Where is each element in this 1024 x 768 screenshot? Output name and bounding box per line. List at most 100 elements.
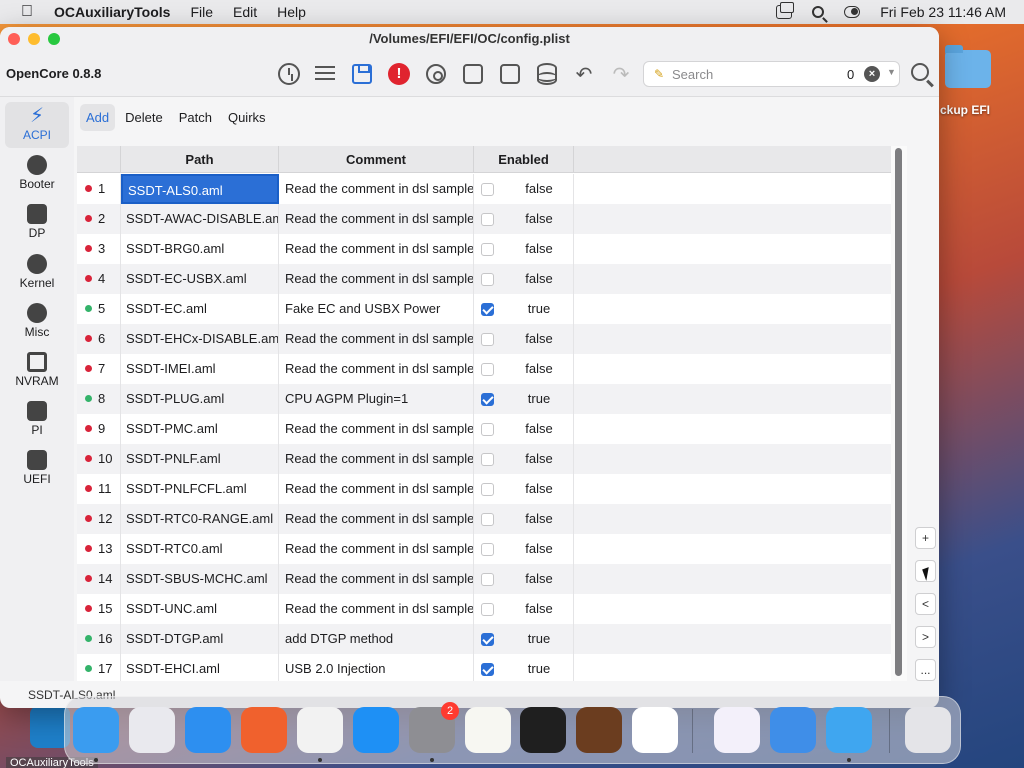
search-input[interactable] xyxy=(672,64,832,84)
enabled-checkbox[interactable] xyxy=(481,573,494,586)
comment-cell[interactable]: Read the comment in dsl sample xyxy=(279,324,474,354)
sidebar-item-misc[interactable]: Misc xyxy=(5,299,69,345)
menu-file[interactable]: File xyxy=(190,4,213,20)
sidebar-item-nvram[interactable]: NVRAM xyxy=(5,348,69,394)
path-cell[interactable]: SSDT-PNLF.aml xyxy=(121,444,279,474)
trash-icon[interactable] xyxy=(905,707,951,753)
comment-cell[interactable]: Fake EC and USBX Power xyxy=(279,294,474,324)
path-cell[interactable]: SSDT-SBUS-MCHC.aml xyxy=(121,564,279,594)
move-up-button[interactable]: < xyxy=(915,593,936,615)
tab-delete[interactable]: Delete xyxy=(119,104,169,131)
comment-cell[interactable]: Read the comment in dsl sample xyxy=(279,354,474,384)
enabled-checkbox[interactable] xyxy=(481,453,494,466)
enabled-checkbox[interactable] xyxy=(481,423,494,436)
desktop-folder-icon[interactable] xyxy=(945,45,991,88)
column-header-comment[interactable]: Comment xyxy=(279,146,474,173)
comment-cell[interactable]: Read the comment in dsl sample xyxy=(279,234,474,264)
undo-icon[interactable]: ↶ xyxy=(571,61,597,87)
table-row[interactable]: 5 SSDT-EC.aml Fake EC and USBX Power true xyxy=(77,294,891,324)
sidebar-item-booter[interactable]: Booter xyxy=(5,151,69,197)
enabled-checkbox[interactable] xyxy=(481,213,494,226)
scrollbar-thumb[interactable] xyxy=(895,148,902,676)
comment-cell[interactable]: Read the comment in dsl sample xyxy=(279,534,474,564)
enabled-checkbox[interactable] xyxy=(481,513,494,526)
enabled-checkbox[interactable] xyxy=(481,303,494,316)
firefox-icon[interactable] xyxy=(241,707,287,753)
spotlight-search-icon[interactable] xyxy=(812,6,825,18)
path-cell[interactable]: SSDT-PMC.aml xyxy=(121,414,279,444)
column-header-path[interactable]: Path xyxy=(121,146,279,173)
comment-cell[interactable]: USB 2.0 Injection xyxy=(279,654,474,681)
comment-cell[interactable]: CPU AGPM Plugin=1 xyxy=(279,384,474,414)
table-row[interactable]: 14 SSDT-SBUS-MCHC.aml Read the comment in … xyxy=(77,564,891,594)
vscode-icon[interactable] xyxy=(632,707,678,753)
stage-manager-icon[interactable] xyxy=(776,2,795,19)
database-icon[interactable] xyxy=(534,61,560,87)
column-header-index[interactable] xyxy=(77,146,121,173)
app-store-icon[interactable] xyxy=(353,707,399,753)
path-cell[interactable]: SSDT-DTGP.aml xyxy=(121,624,279,654)
path-cell[interactable]: SSDT-EHCx-DISABLE.aml xyxy=(121,324,279,354)
table-row[interactable]: 9 SSDT-PMC.aml Read the comment in dsl sam… xyxy=(77,414,891,444)
table-row[interactable]: 8 SSDT-PLUG.aml CPU AGPM Plugin=1 true xyxy=(77,384,891,414)
comment-cell[interactable]: Read the comment in dsl sample xyxy=(279,444,474,474)
database-edit-icon[interactable] xyxy=(460,61,486,87)
menu-help[interactable]: Help xyxy=(277,4,306,20)
finder-icon[interactable] xyxy=(73,707,119,753)
path-cell[interactable]: SSDT-EC-USBX.aml xyxy=(121,264,279,294)
table-row[interactable]: 15 SSDT-UNC.aml Read the comment in dsl sa… xyxy=(77,594,891,624)
table-row[interactable]: 6 SSDT-EHCx-DISABLE.aml Read the comment i… xyxy=(77,324,891,354)
sidebar-item-acpi[interactable]: ⚡ ACPI xyxy=(5,102,69,148)
column-header-enabled[interactable]: Enabled xyxy=(474,146,574,173)
safari-icon[interactable] xyxy=(185,707,231,753)
path-cell[interactable]: SSDT-ALS0.aml xyxy=(121,174,279,204)
path-cell[interactable]: SSDT-RTC0-RANGE.aml xyxy=(121,504,279,534)
list-view-icon[interactable] xyxy=(312,61,338,87)
path-cell[interactable]: SSDT-RTC0.aml xyxy=(121,534,279,564)
path-cell[interactable]: SSDT-EC.aml xyxy=(121,294,279,324)
path-cell[interactable]: SSDT-AWAC-DISABLE.aml xyxy=(121,204,279,234)
table-row[interactable]: 4 SSDT-EC-USBX.aml Read the comment in dsl… xyxy=(77,264,891,294)
enabled-checkbox[interactable] xyxy=(481,363,494,376)
tab-add[interactable]: Add xyxy=(80,104,116,131)
table-row[interactable]: 11 SSDT-PNLFCFL.aml Read the comment in ds… xyxy=(77,474,891,504)
control-center-icon[interactable] xyxy=(844,6,861,18)
comment-cell[interactable]: Read the comment in dsl sample xyxy=(279,564,474,594)
table-row[interactable]: 16 SSDT-DTGP.aml add DTGP method true xyxy=(77,624,891,654)
comment-cell[interactable]: add DTGP method xyxy=(279,624,474,654)
enabled-checkbox[interactable] xyxy=(481,393,494,406)
table-row[interactable]: 2 SSDT-AWAC-DISABLE.aml Read the comment i… xyxy=(77,204,891,234)
textedit-icon[interactable] xyxy=(465,707,511,753)
history-clock-icon[interactable] xyxy=(276,61,302,87)
garageband-icon[interactable] xyxy=(576,707,622,753)
enabled-checkbox[interactable] xyxy=(481,333,494,346)
settings-gear-icon[interactable] xyxy=(423,61,449,87)
comment-cell[interactable]: Read the comment in dsl sample xyxy=(279,474,474,504)
tab-patch[interactable]: Patch xyxy=(173,104,218,131)
comment-cell[interactable]: Read the comment in dsl sample xyxy=(279,414,474,444)
sidebar-item-dp[interactable]: DP xyxy=(5,200,69,246)
broom-clear-icon[interactable]: ✎ xyxy=(654,67,664,81)
comment-cell[interactable]: Read the comment in dsl sample xyxy=(279,174,474,204)
enabled-checkbox[interactable] xyxy=(481,243,494,256)
visual-studio-icon[interactable] xyxy=(714,707,760,753)
import-export-icon[interactable] xyxy=(497,61,523,87)
more-options-button[interactable]: ... xyxy=(915,659,936,681)
sidebar-item-kernel[interactable]: Kernel xyxy=(5,250,69,296)
table-row[interactable]: 7 SSDT-IMEI.aml Read the comment in dsl sa… xyxy=(77,354,891,384)
path-cell[interactable]: SSDT-BRG0.aml xyxy=(121,234,279,264)
comment-cell[interactable]: Read the comment in dsl sample xyxy=(279,204,474,234)
apple-menu-icon[interactable]:  xyxy=(0,3,54,21)
sidebar-item-uefi[interactable]: UEFI xyxy=(5,446,69,492)
add-row-button[interactable]: + xyxy=(915,527,936,549)
redo-icon[interactable]: ↷ xyxy=(608,61,634,87)
clear-search-icon[interactable]: × xyxy=(864,66,880,82)
path-cell[interactable]: SSDT-EHCI.aml xyxy=(121,654,279,681)
table-row[interactable]: 10 SSDT-PNLF.aml Read the comment in dsl s… xyxy=(77,444,891,474)
acpi-add-table[interactable]: Path Comment Enabled 1 SSDT-ALS0.aml Read … xyxy=(77,146,891,681)
sidebar-item-pi[interactable]: PI xyxy=(5,397,69,443)
enabled-checkbox[interactable] xyxy=(481,183,494,196)
ocauxiliarytools-icon[interactable] xyxy=(826,707,872,753)
enabled-checkbox[interactable] xyxy=(481,603,494,616)
table-row[interactable]: 17 SSDT-EHCI.aml USB 2.0 Injection true xyxy=(77,654,891,681)
